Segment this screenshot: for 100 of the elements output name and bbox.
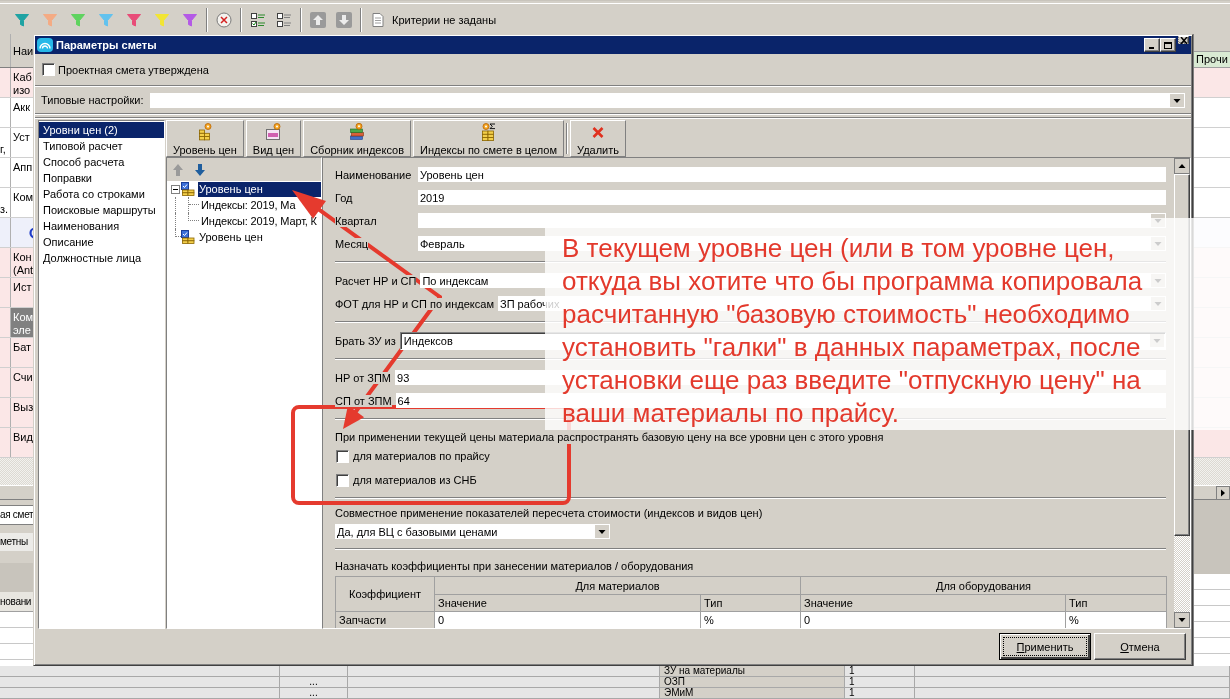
table-row[interactable] xyxy=(0,218,34,248)
table-grid xyxy=(0,612,34,666)
table-cell: ... xyxy=(309,687,318,698)
table-row[interactable]: Апп xyxy=(0,158,34,188)
toolbar-button[interactable]: Сборник индексов xyxy=(303,120,411,157)
table-row[interactable]: Кон (Ant xyxy=(0,248,34,278)
section-item[interactable]: Способ расчета xyxy=(39,154,164,170)
dropdown-field[interactable] xyxy=(149,92,1185,108)
hatched-area xyxy=(0,458,34,485)
arrow-up-icon[interactable] xyxy=(310,11,326,28)
section-item[interactable]: Поправки xyxy=(39,170,164,186)
arrow-down-icon[interactable] xyxy=(194,162,206,177)
dropdown-field[interactable]: Да, для ВЦ с базовыми ценами xyxy=(335,524,610,539)
cancel-icon[interactable] xyxy=(216,11,232,28)
tab[interactable]: ая смет xyxy=(0,505,34,525)
app-icon xyxy=(37,38,53,52)
field-label: Наименование xyxy=(335,168,412,181)
field-label: СП от ЗПМ xyxy=(335,394,392,407)
table-row[interactable]: г, Уст xyxy=(0,128,34,158)
books-gear-icon xyxy=(349,123,366,141)
section-caption: При применении текущей цены материала распространять базовую цену на все уровни цен с этого уровня xyxy=(335,430,884,444)
checklist-icon[interactable] xyxy=(250,11,266,28)
list-icon[interactable] xyxy=(276,11,292,28)
table-row[interactable]: Акк xyxy=(0,98,34,128)
toolbar-button[interactable]: Удалить xyxy=(570,120,626,157)
minimize-button[interactable] xyxy=(1144,38,1160,52)
section-caption: Назначать коэффициенты при занесении материалов / оборудования xyxy=(335,559,694,573)
checkbox-label[interactable]: для материалов из СНБ xyxy=(353,474,477,486)
table-sigma-icon xyxy=(480,123,497,141)
checked-table-icon xyxy=(181,230,195,244)
table-cell: 1 xyxy=(845,688,915,698)
collapse-icon[interactable] xyxy=(171,184,180,194)
checkbox-label[interactable]: Проектная смета утверждена xyxy=(58,63,209,76)
table-row[interactable]: Вид xyxy=(0,428,34,458)
table-row[interactable]: з. Ком xyxy=(0,188,34,218)
checkbox-label[interactable]: для материалов по прайсу xyxy=(353,450,490,462)
column-header[interactable]: Для материалов xyxy=(434,576,801,595)
column-header[interactable]: Прочи xyxy=(1194,52,1230,68)
table-cell: з. xyxy=(0,203,9,215)
checkbox[interactable] xyxy=(336,449,349,463)
toolbar-button[interactable]: Вид цен xyxy=(245,120,302,157)
column-header[interactable]: Коэффициент xyxy=(335,576,435,612)
filter-icon[interactable] xyxy=(182,11,198,28)
field-label: Типовые настройки: xyxy=(41,94,144,106)
scroll-right-icon[interactable] xyxy=(1216,485,1230,500)
column-header[interactable]: Для оборудования xyxy=(800,576,1167,595)
text-field[interactable]: Уровень цен xyxy=(418,167,1166,182)
maximize-icon xyxy=(1164,41,1172,49)
table-row[interactable]: Ист xyxy=(0,278,34,308)
tree-item[interactable]: Уровень цен xyxy=(198,181,321,197)
checkbox[interactable] xyxy=(336,473,349,487)
tree-item[interactable]: Уровень цен xyxy=(198,229,264,245)
section-item[interactable]: Описание xyxy=(39,234,164,250)
close-icon xyxy=(1179,36,1188,44)
field-label: НР от ЗПМ xyxy=(335,371,392,384)
section-item[interactable]: Поисковые маршруты xyxy=(39,202,164,218)
table-cell: Ком эле xyxy=(11,308,34,337)
section-item[interactable]: Наименования xyxy=(39,218,164,234)
field-label: Расчет НР и СП xyxy=(335,274,417,287)
section-item[interactable]: Уровни цен (2) xyxy=(39,122,164,138)
checkbox[interactable] xyxy=(42,63,55,76)
table-row[interactable]: Каб изо xyxy=(0,68,34,98)
section-item[interactable]: Должностные лица xyxy=(39,250,164,266)
field-label: Год xyxy=(335,191,353,204)
table-cell-text: Каб изо xyxy=(12,70,33,97)
table-cell-text: Акк xyxy=(12,100,31,115)
section-item[interactable]: Типовой расчет xyxy=(39,138,164,154)
table-row[interactable]: Счи xyxy=(0,368,34,398)
dialog-button[interactable]: Применить xyxy=(999,633,1091,660)
table-row[interactable]: Выз xyxy=(0,398,34,428)
checked-table-icon xyxy=(181,182,195,196)
scrollbar[interactable] xyxy=(0,485,34,500)
column-header[interactable]: новани xyxy=(0,592,34,612)
toolbar-button[interactable]: Индексы по смете в целом xyxy=(413,120,564,157)
table-cell-text: Кон (Ant xyxy=(12,250,34,277)
table-cell-text: Бат xyxy=(12,340,33,355)
column-header[interactable]: Наи xyxy=(11,34,34,67)
close-button[interactable] xyxy=(1178,36,1189,44)
text-field[interactable]: 2019 xyxy=(418,190,1166,205)
scrollbar[interactable] xyxy=(1194,485,1230,500)
section-item[interactable]: Работа со строками xyxy=(39,186,164,202)
tree-item[interactable]: Индексы: 2019, Ма xyxy=(200,197,297,213)
scroll-up-icon[interactable] xyxy=(1174,158,1190,174)
table-cell-text: Уст xyxy=(12,130,31,145)
maximize-button[interactable] xyxy=(1160,38,1176,52)
hatched-area xyxy=(1194,458,1230,485)
table-row[interactable]: Ком эле xyxy=(0,308,34,338)
dialog-button[interactable]: Отмена xyxy=(1094,633,1186,660)
table-row[interactable]: Бат xyxy=(0,338,34,368)
scroll-down-icon[interactable] xyxy=(1174,612,1190,628)
tree-item[interactable]: Индексы: 2019, Март, К xyxy=(200,213,318,229)
table-cell-text: Ком xyxy=(12,190,34,205)
table-cell: метны xyxy=(0,533,34,551)
field-label: Квартал xyxy=(335,214,377,227)
arrow-down-icon[interactable] xyxy=(336,11,352,28)
table-cell: ... xyxy=(309,676,318,687)
filter-icon[interactable] xyxy=(126,11,142,28)
document-icon[interactable] xyxy=(370,11,386,28)
toolbar-button[interactable]: Уровень цен xyxy=(166,120,244,157)
filter-icon[interactable] xyxy=(14,11,30,28)
